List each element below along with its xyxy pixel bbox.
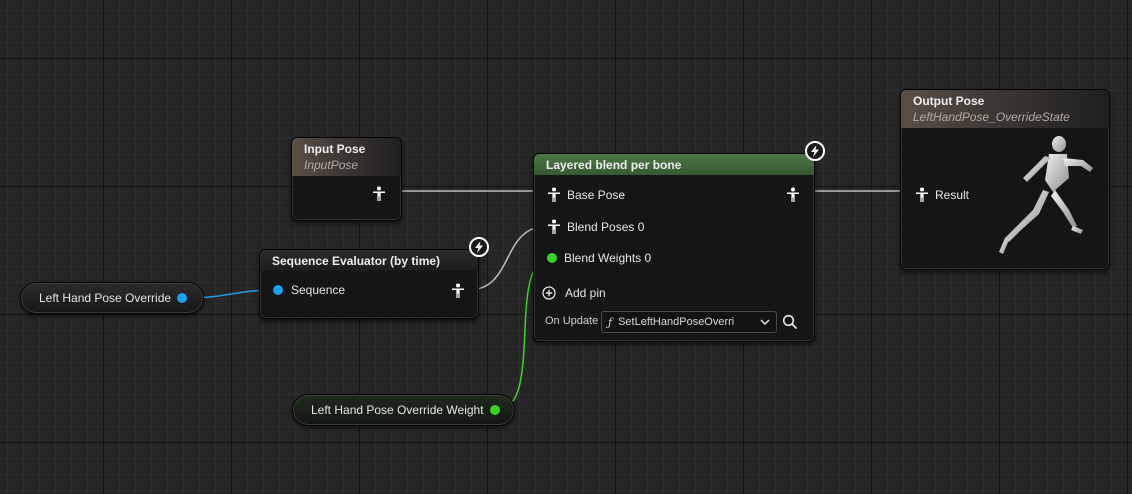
result-label: Result <box>935 188 970 202</box>
on-update-function-name: SetLeftHandPoseOverri <box>618 316 735 328</box>
object-pin-icon <box>273 285 283 295</box>
output-pose-node[interactable]: Output Pose LeftHandPose_OverrideState R… <box>900 89 1110 270</box>
on-update-label: On Update <box>545 315 599 327</box>
node-title: Sequence Evaluator (by time) <box>272 254 441 268</box>
left-hand-pose-override-weight-variable[interactable]: Left Hand Pose Override Weight <box>292 394 515 426</box>
object-pin-icon[interactable] <box>177 293 188 303</box>
pose-pin-icon <box>548 187 560 202</box>
node-subtitle: LeftHandPose_OverrideState <box>913 110 1070 124</box>
add-pin-label: Add pin <box>565 286 606 300</box>
on-update-function-dropdown[interactable]: ƒ SetLeftHandPoseOverri <box>601 311 777 333</box>
blend-output-pin[interactable] <box>786 187 800 203</box>
node-title: Input Pose <box>304 142 366 156</box>
pose-pin-icon <box>787 187 799 202</box>
pose-pin-icon <box>916 187 928 202</box>
node-title: Layered blend per bone <box>546 158 682 172</box>
base-pose-label: Base Pose <box>567 188 626 202</box>
sequence-output-pin[interactable] <box>451 283 465 299</box>
blend-poses-label: Blend Poses 0 <box>567 220 645 234</box>
add-pin-button[interactable]: Add pin <box>542 286 606 300</box>
variable-label: Left Hand Pose Override <box>39 291 172 305</box>
search-icon[interactable] <box>782 314 798 330</box>
float-pin-icon <box>547 253 557 263</box>
pose-pin-icon <box>548 219 560 234</box>
function-icon: ƒ <box>608 315 613 329</box>
float-pin-icon[interactable] <box>489 405 500 415</box>
lightning-icon[interactable] <box>469 237 489 257</box>
chevron-down-icon <box>760 319 770 326</box>
sequence-label: Sequence <box>291 283 346 297</box>
input-pose-node[interactable]: Input Pose InputPose <box>291 137 402 221</box>
node-title: Output Pose <box>913 94 985 108</box>
sequence-evaluator-node[interactable]: Sequence Evaluator (by time) Sequence <box>259 249 479 319</box>
blend-weights-pin[interactable]: Blend Weights 0 <box>547 251 651 265</box>
node-subtitle: InputPose <box>304 158 359 172</box>
variable-label: Left Hand Pose Override Weight <box>311 403 484 417</box>
pose-pin-icon <box>452 283 464 298</box>
blend-weights-label: Blend Weights 0 <box>564 251 652 265</box>
input-pose-output-pin[interactable] <box>372 186 386 202</box>
lightning-icon[interactable] <box>805 141 825 161</box>
pose-pin-icon <box>373 186 385 201</box>
layered-blend-header: Layered blend per bone <box>534 154 814 175</box>
output-pose-header: Output Pose LeftHandPose_OverrideState <box>901 90 1109 128</box>
sequence-evaluator-header: Sequence Evaluator (by time) <box>260 250 478 271</box>
base-pose-pin[interactable]: Base Pose <box>547 187 625 203</box>
layered-blend-per-bone-node[interactable]: Layered blend per bone Base Pose Blend P… <box>533 153 815 342</box>
mannequin-preview-icon <box>999 136 1093 254</box>
input-pose-header: Input Pose InputPose <box>292 138 401 176</box>
sequence-pin[interactable]: Sequence <box>273 283 345 297</box>
result-pin[interactable]: Result <box>915 187 969 203</box>
blend-poses-pin[interactable]: Blend Poses 0 <box>547 219 644 235</box>
left-hand-pose-override-variable[interactable]: Left Hand Pose Override <box>20 282 204 314</box>
add-pin-icon <box>542 286 556 300</box>
